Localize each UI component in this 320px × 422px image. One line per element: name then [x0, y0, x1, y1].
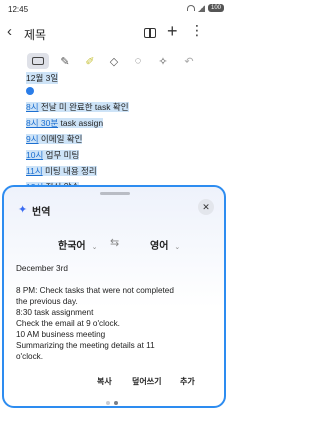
lasso-button[interactable]: ◌	[130, 53, 146, 69]
more-icon[interactable]: ⋮	[190, 23, 204, 37]
result-line: Summarizing the meeting details at 11	[16, 341, 155, 350]
target-language-select[interactable]: 영어 ⌄	[150, 237, 180, 252]
keyboard-button[interactable]	[27, 53, 49, 69]
page-indicator	[106, 401, 118, 405]
note-heading: 12월 3일	[26, 72, 59, 84]
note-item: 8시 30분 task assign	[26, 117, 104, 129]
panel-title: 번역	[32, 207, 51, 218]
result-line	[16, 274, 216, 285]
note-item-time[interactable]: 8시	[26, 102, 39, 112]
signal-icon	[197, 4, 205, 12]
result-line: December 3rd	[16, 264, 68, 273]
note-title[interactable]: 제목	[24, 26, 46, 43]
app-header: ‹ 제목 + ⋮	[0, 20, 230, 46]
result-line: 8:30 task assignment	[16, 308, 94, 317]
undo-button[interactable]: ↶	[181, 53, 197, 69]
note-item-text: 업무 미팅	[43, 150, 80, 160]
keyboard-icon	[32, 57, 44, 65]
eraser-button[interactable]: ◇	[106, 53, 122, 69]
lasso-icon: ◌	[134, 55, 142, 67]
highlighter-button[interactable]: ✐	[82, 53, 98, 69]
note-item-time[interactable]: 9시	[26, 134, 39, 144]
translation-result: December 3rd 8 PM: Check tasks that were…	[16, 263, 216, 362]
ai-assist-button[interactable]: ✧	[155, 53, 171, 69]
result-line: 10 AM business meeting	[16, 330, 106, 339]
swap-languages-icon[interactable]: ⇆	[110, 236, 119, 249]
result-line: o'clock.	[16, 352, 44, 361]
eraser-icon: ◇	[109, 55, 119, 68]
note-item: 11시 미팅 내용 정리	[26, 165, 97, 177]
sparkle-icon: ✦	[18, 204, 28, 216]
target-language-label: 영어	[150, 241, 169, 252]
undo-icon: ↶	[184, 55, 194, 68]
chevron-down-icon: ⌄	[174, 244, 181, 251]
note-item: 10시 업무 미팅	[26, 149, 80, 161]
close-button[interactable]: ✕	[198, 199, 214, 215]
note-item-time[interactable]: 8시 30분	[26, 118, 59, 128]
status-time: 12:45	[8, 5, 29, 14]
pen-button[interactable]: ✎	[57, 53, 73, 69]
source-language-label: 한국어	[58, 241, 86, 252]
editing-toolbar: ✎ ✐ ◇ ◌ ✧ ↶	[0, 50, 230, 72]
note-item-text: 이메일 확인	[38, 134, 83, 144]
note-item: 9시 이메일 확인	[26, 133, 83, 145]
source-language-select[interactable]: 한국어 ⌄	[58, 237, 97, 252]
battery-icon: 100	[207, 4, 224, 12]
note-item-text: 전날 미 완료한 task 확인	[38, 102, 129, 112]
add-button[interactable]: 추가	[180, 376, 195, 387]
note-item-text: task assign	[58, 118, 104, 128]
wifi-icon	[186, 5, 195, 11]
page-dot	[106, 401, 110, 405]
chevron-down-icon: ⌄	[91, 244, 98, 251]
close-icon: ✕	[202, 202, 210, 212]
status-icons: 100	[186, 4, 224, 12]
result-line: the previous day.	[16, 297, 78, 306]
pen-icon: ✎	[60, 55, 70, 68]
plus-icon[interactable]: +	[167, 22, 178, 40]
overwrite-button[interactable]: 덮어쓰기	[132, 376, 161, 387]
note-item-text: 미팅 내용 정리	[42, 166, 97, 176]
ai-assist-icon: ✧	[158, 55, 168, 68]
note-item-time[interactable]: 11시	[26, 166, 43, 176]
page-dot-active	[114, 401, 118, 405]
back-button[interactable]: ‹	[7, 24, 12, 39]
copy-button[interactable]: 복사	[97, 376, 112, 387]
translate-panel: ✦ 번역 ✕ 한국어 ⌄ ⇆ 영어 ⌄ December 3rd 8 PM: Che…	[2, 185, 226, 408]
result-line: Check the email at 9 o'clock.	[16, 319, 120, 328]
note-item: 8시 전날 미 완료한 task 확인	[26, 101, 129, 113]
result-line: 8 PM: Check tasks that were not complete…	[16, 286, 174, 295]
book-icon[interactable]	[144, 28, 156, 38]
drag-handle[interactable]	[100, 192, 130, 195]
status-bar: 12:45 100	[0, 0, 230, 20]
highlighter-icon: ✐	[85, 55, 95, 68]
note-item-time[interactable]: 10시	[26, 150, 44, 160]
selection-handle[interactable]	[26, 87, 34, 95]
